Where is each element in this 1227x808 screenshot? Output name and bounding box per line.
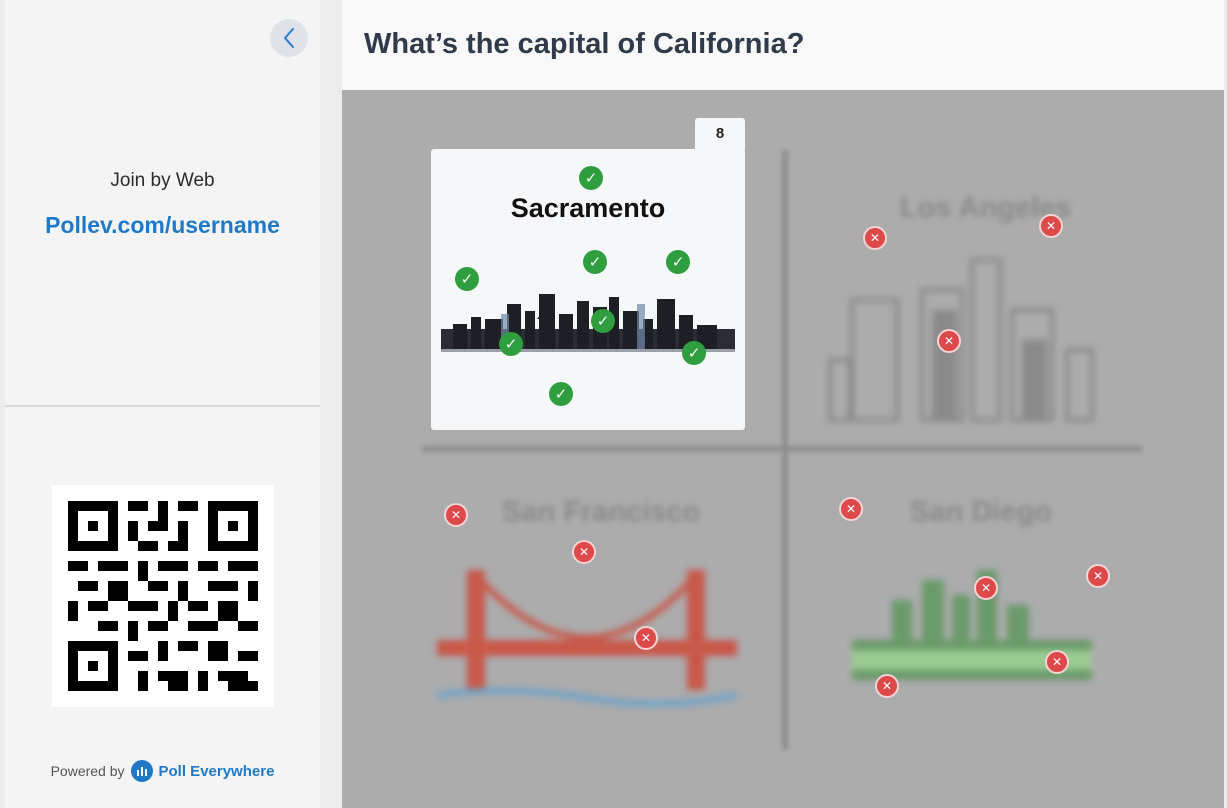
option-sacramento-label: Sacramento (510, 193, 666, 223)
sidebar-divider (5, 405, 320, 407)
horizontal-divider (422, 446, 1142, 452)
poll-everywhere-logo-icon (130, 760, 153, 782)
chevron-left-icon (284, 28, 294, 48)
response-canvas[interactable]: Los Angeles San Francisco San Diego 8 Sa… (342, 90, 1224, 808)
wrong-response-icon[interactable]: ✕ (875, 674, 899, 698)
brand-name: Poll Everywhere (158, 762, 275, 780)
wrong-response-icon[interactable]: ✕ (444, 503, 468, 527)
wrong-response-icon[interactable]: ✕ (839, 497, 863, 521)
correct-response-icon[interactable]: ✓ (549, 382, 573, 406)
option-sacramento-card[interactable]: Sacramento (431, 149, 745, 430)
golden-gate-bridge-image (437, 570, 737, 707)
san-diego-skyline-image (852, 570, 1092, 680)
sidebar: Join by Web Pollev.com/username Powered … (5, 0, 320, 808)
wrong-response-icon[interactable]: ✕ (863, 226, 887, 250)
los-angeles-skyline-image (828, 258, 1094, 422)
question-title: What’s the capital of California? (364, 28, 805, 60)
correct-response-icon[interactable]: ✓ (583, 250, 607, 274)
correct-response-icon[interactable]: ✓ (666, 250, 690, 274)
wrong-response-icon[interactable]: ✕ (572, 540, 596, 564)
correct-response-icon[interactable]: ✓ (682, 341, 706, 365)
option-san-francisco-label: San Francisco (502, 496, 701, 528)
qr-code (52, 485, 274, 707)
wrong-response-icon[interactable]: ✕ (1039, 214, 1063, 238)
wrong-response-icon[interactable]: ✕ (974, 576, 998, 600)
join-url-link[interactable]: Pollev.com/username (5, 212, 320, 239)
option-san-diego-label: San Diego (910, 496, 1052, 528)
wrong-response-icon[interactable]: ✕ (1045, 650, 1069, 674)
powered-by: Powered by Poll Everywhere (5, 760, 320, 782)
wrong-response-icon[interactable]: ✕ (634, 626, 658, 650)
correct-response-icon[interactable]: ✓ (499, 332, 523, 356)
powered-by-label: Powered by (50, 763, 125, 779)
join-label: Join by Web (110, 170, 215, 191)
wrong-response-icon[interactable]: ✕ (937, 329, 961, 353)
correct-response-icon[interactable]: ✓ (591, 309, 615, 333)
wrong-response-icon[interactable]: ✕ (1086, 564, 1110, 588)
question-header: What’s the capital of California? (342, 0, 1224, 90)
response-count-badge: 8 (695, 118, 745, 150)
correct-response-icon[interactable]: ✓ (579, 166, 603, 190)
correct-response-icon[interactable]: ✓ (455, 267, 479, 291)
collapse-sidebar-button[interactable] (270, 19, 308, 57)
qr-code-icon (68, 501, 258, 691)
